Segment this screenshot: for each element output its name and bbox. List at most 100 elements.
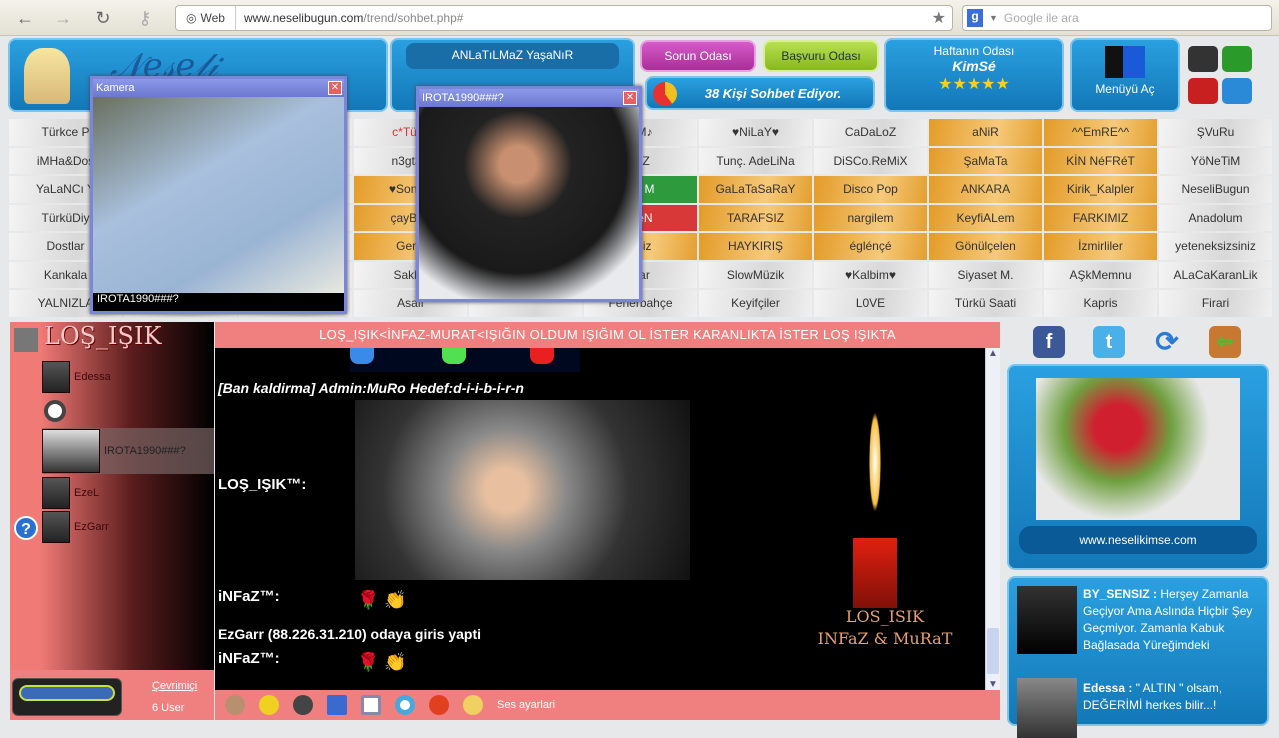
camera-window-user[interactable]: IROTA1990###? ✕: [416, 86, 642, 302]
film-icon[interactable]: [293, 695, 313, 715]
scroll-down-icon[interactable]: ▼: [986, 679, 1000, 690]
room-button[interactable]: ♥Kalbim♥: [814, 261, 927, 288]
room-button[interactable]: FARKIMIZ: [1044, 204, 1157, 231]
room-button[interactable]: ^^EmRE^^: [1044, 119, 1157, 146]
avatar: [42, 429, 100, 473]
room-button[interactable]: Disco Pop: [814, 176, 927, 203]
feed-item: BY_SENSIZ : Herşey Zamanla Geçiyor Ama A…: [1083, 587, 1253, 652]
room-button[interactable]: YöNeTiM: [1159, 147, 1272, 174]
forward-icon[interactable]: →: [52, 8, 74, 29]
theme-green-swatch[interactable]: [1222, 46, 1252, 72]
sound-icon[interactable]: [463, 695, 483, 715]
feed-item: Edessa : " ALTIN " olsam, DEĞERİMİ herke…: [1083, 681, 1223, 712]
room-button[interactable]: ŞVuRu: [1159, 119, 1272, 146]
chevron-down-icon[interactable]: ▼: [989, 13, 998, 23]
url-host: www.neselibugun.com: [243, 11, 364, 25]
refresh-icon[interactable]: ⟳: [1151, 326, 1183, 358]
twitter-icon[interactable]: t: [1093, 326, 1125, 358]
search-input[interactable]: g ▼ Google ile ara: [962, 5, 1272, 31]
candle-caption: LOS_ISIK INFaZ & MuRaT: [817, 607, 953, 648]
chat-username[interactable]: iNFaZ™:: [218, 588, 280, 605]
room-button[interactable]: Gönülçelen: [929, 233, 1042, 260]
room-button[interactable]: Kirik_Kalpler: [1044, 176, 1157, 203]
user-icon[interactable]: [327, 695, 347, 715]
room-button[interactable]: CaDaLoZ: [814, 119, 927, 146]
candle-flame-icon: [869, 412, 881, 512]
room-button[interactable]: NeseliBugun: [1159, 176, 1272, 203]
room-button[interactable]: KİN NéFRéT: [1044, 147, 1157, 174]
join-message: EzGarr (88.226.31.210) odaya giris yapti: [218, 626, 482, 642]
smiley-icon[interactable]: [259, 695, 279, 715]
webcam-icon[interactable]: [361, 695, 381, 715]
week-room-panel[interactable]: Haftanın Odası KimSé ★★★★★: [884, 38, 1064, 112]
back-icon[interactable]: ←: [14, 8, 36, 29]
eye-icon[interactable]: [395, 695, 415, 715]
room-button[interactable]: aNiR: [929, 119, 1042, 146]
room-button[interactable]: HAYKIRIŞ: [699, 233, 812, 260]
chat-scrollbar[interactable]: ▲ ▼: [985, 348, 1000, 690]
hand-icon[interactable]: [225, 695, 245, 715]
basvuru-room-button[interactable]: Başvuru Odası: [763, 40, 879, 72]
user-item-selected[interactable]: IROTA1990###?: [42, 428, 214, 474]
online-link[interactable]: Çevrimiçi: [152, 680, 197, 692]
room-button[interactable]: İzmirliler: [1044, 233, 1157, 260]
room-button[interactable]: Türkü Saati: [929, 290, 1042, 317]
room-button[interactable]: églénçé: [814, 233, 927, 260]
emoji-blobs: [350, 348, 580, 372]
promo-box[interactable]: www.neselikimse.com: [1007, 364, 1269, 570]
rose-emoticon-icon: 🌹 👏: [357, 590, 407, 610]
room-button[interactable]: AŞkMemnu: [1044, 261, 1157, 288]
chat-username[interactable]: LOŞ_IŞIK™:: [218, 476, 306, 493]
scroll-up-icon[interactable]: ▲: [986, 348, 1000, 359]
room-button[interactable]: SlowMüzik: [699, 261, 812, 288]
exit-icon[interactable]: ⇦: [1209, 326, 1241, 358]
user-item[interactable]: EzeL: [42, 476, 99, 510]
room-button[interactable]: ALaCaKaranLik: [1159, 261, 1272, 288]
camera-window[interactable]: Kamera ✕ IROTA1990###?: [90, 76, 347, 314]
gift-icon[interactable]: [429, 695, 449, 715]
user-item[interactable]: EzGarr: [42, 510, 109, 544]
room-button[interactable]: DiSCo.ReMiX: [814, 147, 927, 174]
site-identity[interactable]: ◎ Web: [176, 6, 236, 30]
browser-toolbar: ← → ↻ ⚷ ◎ Web www.neselibugun.com/trend/s…: [0, 0, 1279, 36]
reload-icon[interactable]: ↻: [92, 8, 114, 29]
chat-username[interactable]: iNFaZ™:: [218, 650, 280, 667]
theme-blue-swatch[interactable]: [1222, 78, 1252, 104]
scroll-thumb[interactable]: [987, 628, 999, 674]
right-panel: f t ⟳ ⇦ www.neselikimse.com BY_SENSIZ : …: [1005, 322, 1275, 738]
room-button[interactable]: ANKARA: [929, 176, 1042, 203]
room-button[interactable]: KeyfiALem: [929, 204, 1042, 231]
shared-image[interactable]: [355, 400, 690, 580]
avatar: [1017, 586, 1077, 654]
theme-red-swatch[interactable]: [1188, 78, 1218, 104]
url-path: /trend/sohbet.php#: [363, 11, 464, 25]
room-button[interactable]: Kapris: [1044, 290, 1157, 317]
facebook-icon[interactable]: f: [1033, 326, 1065, 358]
room-button[interactable]: Tunç. AdeLiNa: [699, 147, 812, 174]
address-bar[interactable]: ◎ Web www.neselibugun.com/trend/sohbet.ph…: [175, 5, 953, 31]
menu-button[interactable]: Menüyü Aç: [1070, 38, 1180, 112]
chat-logo: [12, 678, 122, 716]
theme-dark-swatch[interactable]: [1188, 46, 1218, 72]
room-button[interactable]: Firari: [1159, 290, 1272, 317]
room-button[interactable]: Siyaset M.: [929, 261, 1042, 288]
room-button[interactable]: nargilem: [814, 204, 927, 231]
sound-settings-link[interactable]: Ses ayarlari: [497, 699, 555, 711]
room-button[interactable]: L0VE: [814, 290, 927, 317]
sorun-room-button[interactable]: Sorun Odası: [640, 40, 756, 72]
room-button[interactable]: GaLaTaSaRaY: [699, 176, 812, 203]
room-button[interactable]: ♥NiLaY♥: [699, 119, 812, 146]
room-button[interactable]: yeteneksizsiniz: [1159, 233, 1272, 260]
close-icon[interactable]: ✕: [328, 81, 342, 95]
bookmark-star-icon[interactable]: ★: [932, 8, 946, 28]
chat-bubble-icon: [653, 82, 677, 106]
avatar: [42, 511, 70, 543]
user-item[interactable]: Edessa: [42, 360, 111, 394]
room-button[interactable]: Anadolum: [1159, 204, 1272, 231]
room-button[interactable]: Keyifçiler: [699, 290, 812, 317]
help-icon[interactable]: ?: [14, 516, 38, 540]
room-button[interactable]: TARAFSIZ: [699, 204, 812, 231]
room-button[interactable]: ŞaMaTa: [929, 147, 1042, 174]
logo-figure-icon: [24, 48, 70, 104]
close-icon[interactable]: ✕: [623, 91, 637, 105]
